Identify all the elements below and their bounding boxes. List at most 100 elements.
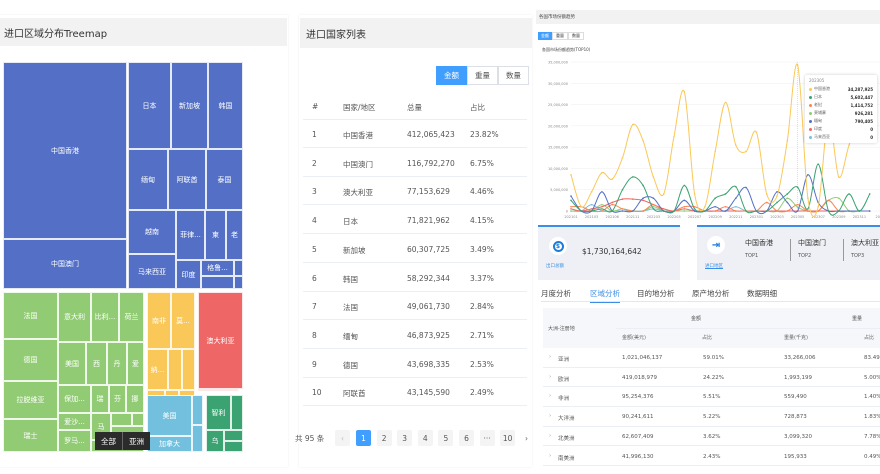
data-point[interactable] — [765, 201, 768, 204]
treemap-cell[interactable]: 南非 — [147, 292, 171, 349]
data-point[interactable] — [827, 199, 830, 202]
data-point[interactable] — [590, 210, 593, 212]
treemap-cell[interactable]: 比利... — [91, 292, 119, 342]
table-row[interactable]: 7 法国 49,061,730 2.84% — [303, 292, 527, 321]
data-point[interactable] — [807, 208, 809, 210]
data-point[interactable] — [570, 208, 572, 210]
treemap-cell[interactable]: 新加坡 — [171, 62, 208, 149]
data-point[interactable] — [776, 210, 778, 212]
table-row[interactable]: 10 阿联酋 43,145,590 2.49% — [303, 378, 527, 407]
data-point[interactable] — [662, 208, 665, 210]
data-point[interactable] — [714, 210, 716, 212]
data-point[interactable] — [683, 208, 686, 210]
page-button[interactable]: 2 — [376, 430, 392, 446]
data-point[interactable] — [724, 205, 727, 208]
table-row[interactable]: › 北美洲 62,607,409 3.62% 3,099,320 7.78% — [543, 427, 880, 447]
data-point[interactable] — [817, 163, 819, 165]
data-point[interactable] — [683, 184, 686, 187]
page-button[interactable]: 3 — [397, 430, 413, 446]
data-point[interactable] — [807, 174, 809, 176]
data-point[interactable] — [786, 197, 789, 200]
data-point[interactable] — [642, 210, 644, 212]
data-point[interactable] — [611, 201, 613, 204]
data-point[interactable] — [796, 206, 799, 208]
table-row[interactable]: 9 德国 43,698,335 2.53% — [303, 350, 527, 378]
treemap-cell[interactable]: 泰国 — [206, 149, 243, 210]
data-point[interactable] — [621, 210, 624, 212]
data-point[interactable] — [807, 210, 809, 212]
data-point[interactable] — [838, 197, 840, 200]
table-row[interactable]: › 非洲 95,254,376 5.51% 559,490 1.40% — [543, 387, 880, 408]
treemap-cell[interactable] — [198, 389, 238, 391]
data-point[interactable] — [735, 197, 737, 200]
data-point[interactable] — [601, 203, 603, 206]
data-point[interactable] — [827, 210, 830, 212]
treemap-cell[interactable]: 印度 — [176, 260, 201, 289]
treemap-cell[interactable] — [182, 349, 195, 390]
treemap-cell[interactable]: 中国香港 — [3, 62, 127, 239]
data-point[interactable] — [848, 193, 850, 195]
data-point[interactable] — [693, 193, 696, 195]
table-row[interactable]: 8 缅甸 46,873,925 2.71% — [303, 321, 527, 349]
treemap-cell[interactable]: 意大利 — [58, 292, 91, 342]
data-point[interactable] — [570, 195, 572, 197]
treemap-cell[interactable]: 纳... — [147, 349, 168, 390]
treemap-cell[interactable]: 美国 — [58, 342, 86, 385]
data-point[interactable] — [601, 210, 603, 212]
data-point[interactable] — [683, 205, 686, 208]
data-point[interactable] — [621, 156, 624, 159]
toggle-quantity[interactable]: 数量 — [498, 66, 529, 85]
data-point[interactable] — [693, 208, 696, 210]
toggle-amount[interactable]: 金额 — [436, 66, 467, 85]
data-point[interactable] — [735, 144, 737, 146]
data-point[interactable] — [601, 208, 603, 210]
data-point[interactable] — [642, 199, 644, 202]
data-point[interactable] — [590, 203, 593, 206]
data-point[interactable] — [632, 198, 634, 200]
treemap-cell[interactable]: 阿联酋 — [168, 149, 206, 210]
treemap-cell[interactable]: 韩国 — [208, 62, 243, 149]
data-point[interactable] — [642, 139, 644, 142]
table-row[interactable]: 3 澳大利亚 77,153,629 4.46% — [303, 177, 527, 206]
data-point[interactable] — [693, 210, 696, 212]
data-point[interactable] — [796, 64, 799, 66]
data-point[interactable] — [642, 197, 644, 200]
treemap-cell[interactable]: 越南 — [128, 210, 176, 254]
treemap-cell[interactable]: 美国 — [147, 395, 192, 436]
data-point[interactable] — [724, 210, 727, 212]
treemap-cell[interactable]: 澳大利亚 — [198, 292, 243, 389]
data-point[interactable] — [611, 203, 613, 206]
data-point[interactable] — [652, 176, 655, 178]
table-row[interactable]: › 大洋洲 90,241,611 5.22% 728,873 1.83% — [543, 407, 880, 427]
data-point[interactable] — [570, 205, 572, 208]
data-point[interactable] — [642, 184, 644, 187]
data-point[interactable] — [662, 210, 665, 212]
data-point[interactable] — [745, 186, 747, 189]
data-point[interactable] — [765, 193, 768, 195]
data-point[interactable] — [838, 210, 840, 212]
data-point[interactable] — [848, 144, 850, 146]
data-point[interactable] — [776, 201, 778, 204]
treemap-cell[interactable] — [168, 349, 182, 390]
page-button[interactable]: 10 — [500, 430, 516, 446]
expand-chevron-icon[interactable]: › — [549, 354, 551, 360]
data-point[interactable] — [796, 186, 799, 188]
treemap-cell[interactable]: 瑞 — [91, 385, 109, 413]
treemap-cell[interactable]: 保加... — [58, 385, 91, 413]
treemap-cell[interactable]: 格鲁... — [201, 260, 234, 276]
treemap-cell[interactable]: 丹 — [107, 342, 127, 385]
data-point[interactable] — [683, 210, 686, 212]
treemap-cell[interactable] — [111, 413, 132, 426]
data-point[interactable] — [632, 176, 634, 178]
data-point[interactable] — [786, 193, 789, 195]
expand-chevron-icon[interactable]: › — [549, 453, 551, 459]
table-row[interactable]: 5 新加坡 60,307,725 3.49% — [303, 235, 527, 263]
data-point[interactable] — [580, 205, 583, 208]
data-point[interactable] — [745, 210, 747, 212]
data-point[interactable] — [673, 210, 675, 212]
treemap-cell[interactable]: 罗马... — [58, 430, 91, 452]
data-point[interactable] — [621, 188, 624, 191]
treemap-cell[interactable]: 马来西亚 — [128, 254, 176, 289]
treemap-cell[interactable] — [234, 260, 243, 276]
data-point[interactable] — [580, 210, 583, 212]
